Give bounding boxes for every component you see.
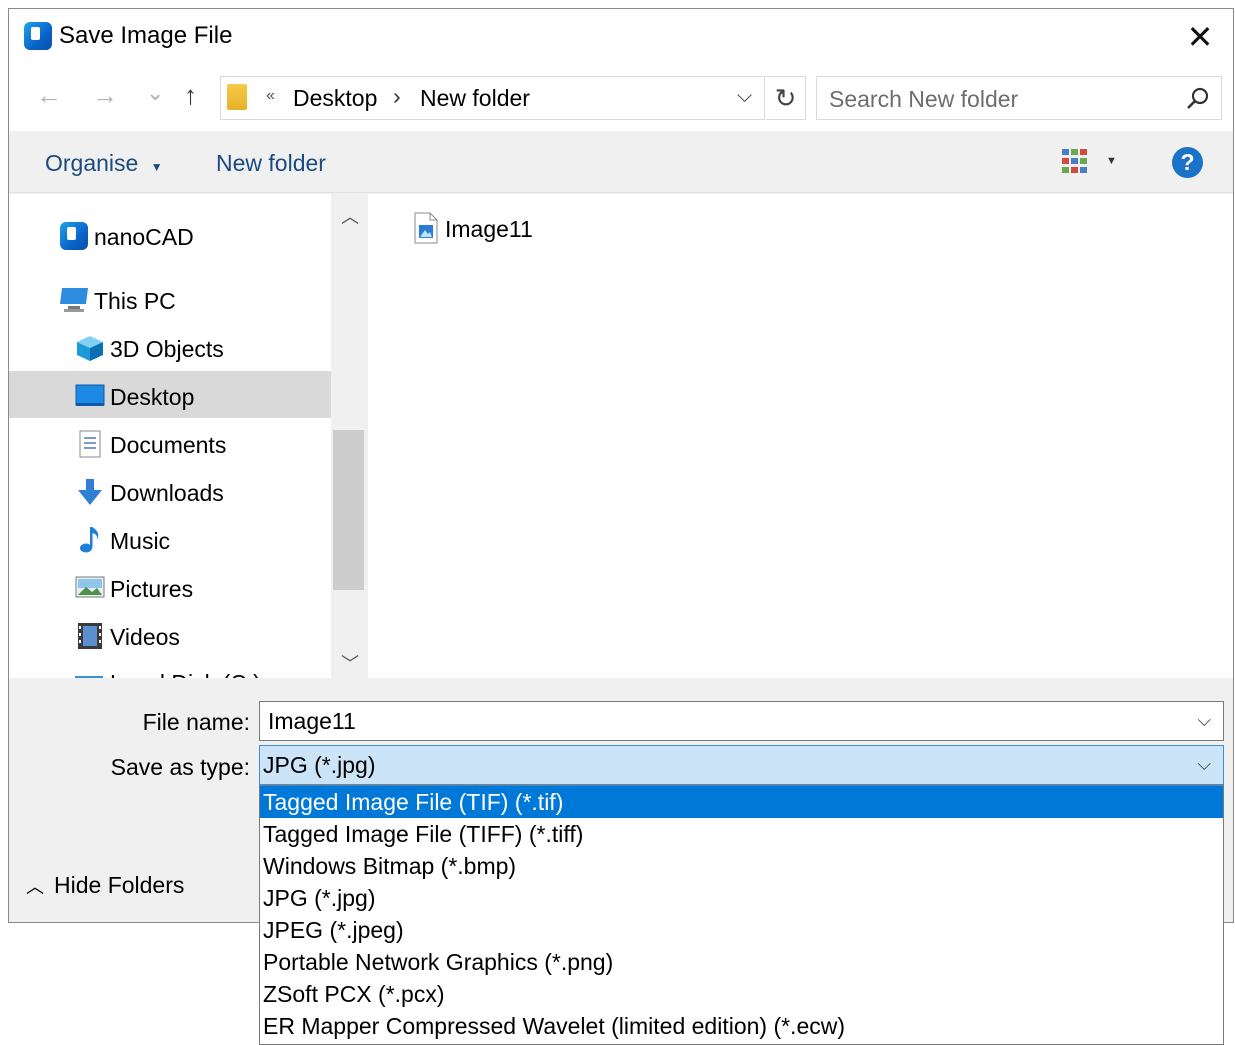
desktop-icon (75, 384, 105, 406)
nanocad-icon (60, 222, 88, 250)
music-icon (80, 527, 99, 553)
address-dropdown-icon[interactable]: ⌵ (737, 85, 752, 108)
dropdown-option[interactable]: Tagged Image File (TIFF) (*.tiff) (260, 818, 1223, 850)
chevron-down-icon[interactable]: ⌵ (1197, 710, 1211, 731)
picture-icon (75, 576, 105, 598)
dropdown-option[interactable]: Portable Network Graphics (*.png) (260, 946, 1223, 978)
breadcrumb-separator-icon: › (393, 83, 401, 109)
chevron-down-icon[interactable]: ⌵ (1197, 754, 1211, 775)
download-icon (78, 479, 102, 505)
dropdown-option[interactable]: JPEG (*.jpeg) (260, 914, 1223, 946)
hide-folders-label: Hide Folders (54, 872, 185, 898)
recent-locations-icon[interactable]: ⌄ (146, 80, 164, 106)
scroll-up-icon[interactable]: ︿ (341, 203, 359, 229)
search-icon[interactable] (1185, 86, 1211, 112)
breadcrumb-new-folder[interactable]: New folder (420, 85, 530, 112)
back-arrow-icon[interactable]: ← (36, 80, 62, 111)
video-icon (78, 623, 102, 649)
help-icon[interactable]: ? (1172, 147, 1203, 178)
sidebar-item-label: Desktop (110, 384, 195, 410)
save-type-dropdown[interactable]: Tagged Image File (TIF) (*.tif) Tagged I… (259, 785, 1224, 1045)
save-type-value: JPG (*.jpg) (263, 752, 376, 778)
file-name-label: File name: (142, 709, 250, 735)
file-name: Image11 (445, 216, 533, 242)
file-name-field[interactable]: Image11 ⌵ (259, 701, 1224, 741)
view-dropdown-icon[interactable]: ▼ (1106, 155, 1117, 167)
sidebar-item-label: Videos (110, 624, 180, 650)
up-arrow-icon[interactable]: ↑ (184, 80, 197, 111)
folder-icon (227, 84, 247, 110)
sidebar-item-label: nanoCAD (94, 224, 194, 250)
refresh-icon[interactable]: ↻ (766, 76, 806, 120)
file-name-input[interactable]: Image11 (268, 708, 356, 735)
sidebar-item-label: 3D Objects (110, 336, 224, 362)
sidebar-overflow-clip: Local Disk (C:) (9, 664, 331, 678)
breadcrumb-overflow[interactable]: « (266, 87, 275, 105)
computer-icon (60, 288, 88, 312)
new-folder-button[interactable]: New folder (216, 150, 326, 177)
forward-arrow-icon[interactable]: → (92, 80, 118, 111)
organise-dropdown-icon: ▼ (150, 160, 163, 174)
search-input[interactable]: Search New folder (829, 86, 1018, 113)
sidebar-item-label: Music (110, 528, 171, 554)
view-options-icon[interactable] (1061, 148, 1089, 176)
close-button[interactable]: ✕ (1180, 18, 1220, 58)
dropdown-option[interactable]: JPG (*.jpg) (260, 882, 1223, 914)
sidebar-item-label: Documents (110, 432, 227, 458)
dropdown-option[interactable]: ZSoft PCX (*.pcx) (260, 978, 1223, 1010)
document-icon (79, 430, 101, 458)
scroll-thumb[interactable] (333, 430, 364, 590)
file-list[interactable] (368, 194, 1233, 678)
chevron-up-icon: ︿ (26, 877, 44, 897)
hide-folders-button[interactable]: ︿ Hide Folders (26, 872, 184, 899)
command-toolbar (9, 131, 1233, 193)
sidebar-item-label: Local Disk (C:) (110, 670, 261, 678)
nanocad-app-icon (24, 22, 52, 50)
search-box[interactable]: Search New folder (816, 76, 1222, 120)
cube-icon (77, 336, 103, 361)
save-type-label: Save as type: (110, 754, 250, 780)
address-bar[interactable]: « Desktop › New folder ⌵ (220, 76, 765, 120)
scroll-down-icon[interactable]: ﹀ (341, 650, 359, 676)
window-title: Save Image File (59, 22, 233, 49)
dropdown-option[interactable]: ER Mapper Compressed Wavelet (limited ed… (260, 1010, 1223, 1042)
sidebar-item-label: This PC (94, 288, 176, 314)
sidebar-item-label: Pictures (110, 576, 194, 602)
image-file-icon (414, 212, 438, 244)
organise-label: Organise (45, 150, 139, 176)
organise-button[interactable]: Organise ▼ (45, 150, 163, 177)
save-type-select[interactable]: JPG (*.jpg) ⌵ (259, 745, 1224, 785)
breadcrumb-desktop[interactable]: Desktop (293, 85, 377, 112)
sidebar-item-label: Downloads (110, 480, 224, 506)
dropdown-option[interactable]: Windows Bitmap (*.bmp) (260, 850, 1223, 882)
dropdown-option[interactable]: Tagged Image File (TIF) (*.tif) (260, 786, 1223, 818)
